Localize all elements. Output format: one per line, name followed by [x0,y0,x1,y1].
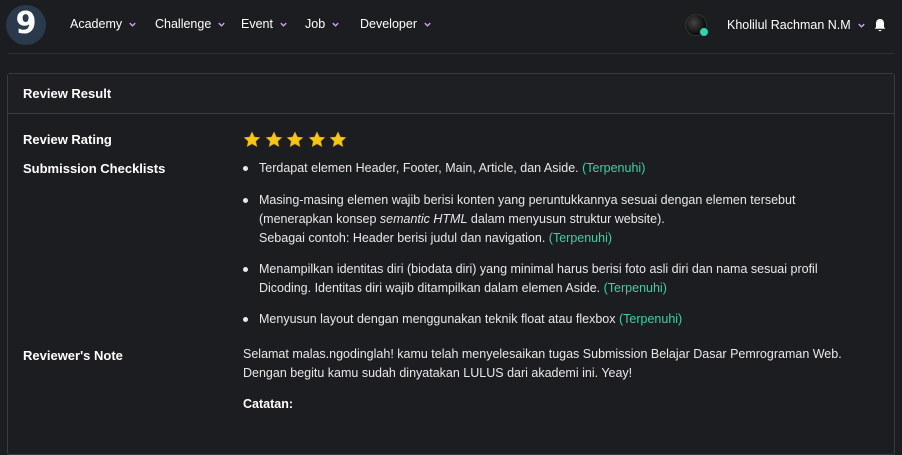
checklist-status: (Terpenuhi) [548,231,613,245]
rating-stars [243,131,351,149]
bullet [243,267,248,272]
bell-icon[interactable] [872,17,888,33]
checklist-status: (Terpenuhi) [618,312,683,326]
nav-item-job[interactable]: Job [305,17,340,31]
navbar-divider [8,53,894,54]
star-icon [265,131,282,148]
user-menu[interactable]: Kholilul Rachman N.M [685,14,866,37]
nav-item-challenge[interactable]: Challenge [155,17,226,31]
chevron-down-icon [129,22,136,27]
chevron-down-icon [280,22,287,27]
nav-item-label: Academy [70,17,123,31]
reviewer-note: Selamat malas.ngodinglah! kamu telah men… [243,345,873,414]
chevron-down-icon [218,22,225,27]
checklist-item-text: Menyusun layout dengan menggunakan tekni… [259,312,616,326]
checklist-item-text: (menerapkan konsep [259,212,380,226]
chevron-down-icon [857,23,865,28]
checklist-item-text: Dicoding. Identitas diri wajib ditampilk… [259,281,601,295]
review-rating-label: Review Rating [23,132,112,147]
catatan-heading: Catatan: [243,397,294,411]
dicoding-logo[interactable]: 9 [6,5,46,45]
avatar [685,14,709,37]
card-header: Review Result [8,74,894,114]
checklist-item-text: dalam menyusun struktur website). [467,212,665,226]
checklist-item-text: Masing-masing elemen wajib berisi konten… [259,193,796,207]
nav-item-academy[interactable]: Academy [70,17,137,31]
user-name: Kholilul Rachman N.M [727,18,851,32]
nav-item-label: Developer [360,17,417,31]
chevron-down-icon [424,22,431,27]
reviewers-note-label: Reviewer's Note [23,348,123,363]
checklist-item: Masing-masing elemen wajib berisi konten… [243,191,883,248]
submission-checklists-label: Submission Checklists [23,161,166,176]
card-title: Review Result [23,86,112,101]
bullet [243,198,248,203]
bullet [243,317,248,322]
checklist-item: Menampilkan identitas diri (biodata diri… [243,260,883,298]
review-result-card: Review Result Review Rating Submission C… [7,73,895,455]
checklist-item-text: Terdapat elemen Header, Footer, Main, Ar… [259,161,579,175]
star-icon [243,131,261,148]
online-status-dot [699,27,709,37]
nav-item-label: Challenge [155,17,212,31]
star-icon [286,131,304,148]
nav-item-label: Job [305,17,326,31]
star-icon [308,131,325,148]
logo-glyph: 9 [15,5,37,41]
checklist-item-text: Menampilkan identitas diri (biodata diri… [259,262,818,276]
checklist-item-emphasis: semantic HTML [379,212,468,226]
nav-item-event[interactable]: Event [241,17,288,31]
checklist-item: Menyusun layout dengan menggunakan tekni… [243,310,883,329]
checklist-status: (Terpenuhi) [582,161,646,175]
checklist-item: Terdapat elemen Header, Footer, Main, Ar… [243,159,883,178]
nav-item-developer[interactable]: Developer [360,17,432,31]
nav-item-label: Event [241,17,273,31]
reviewer-note-text: Selamat malas.ngodinglah! kamu telah men… [243,347,842,380]
bullet [243,166,248,171]
checklist-item-text: Sebagai contoh: Header berisi judul dan … [259,231,546,245]
submission-checklist: Terdapat elemen Header, Footer, Main, Ar… [243,159,883,329]
star-icon [329,131,347,148]
chevron-down-icon [332,22,339,27]
top-navbar: 9 Academy Challenge Event Job Developer … [0,0,902,50]
checklist-status: (Terpenuhi) [603,281,667,295]
